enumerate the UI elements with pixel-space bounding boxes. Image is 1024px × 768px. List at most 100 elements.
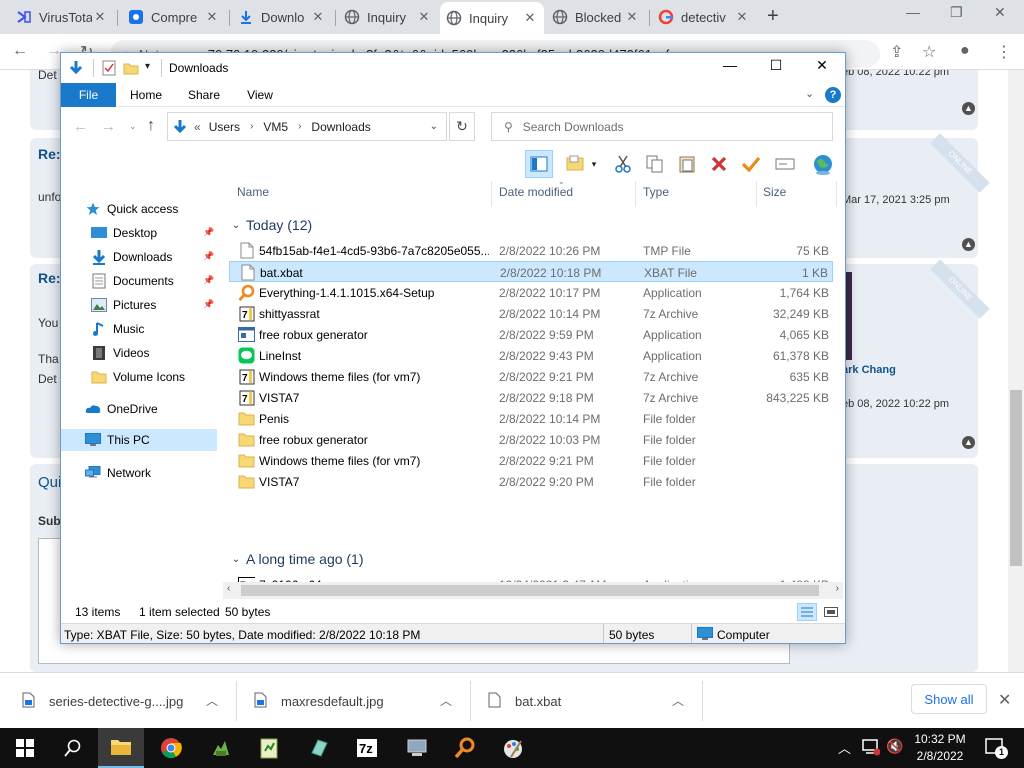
table-row[interactable]: free robux generator 2/8/2022 9:59 PM Appl…: [229, 324, 833, 345]
pin-icon[interactable]: 📌: [203, 251, 214, 262]
table-row[interactable]: Penis 2/8/2022 10:14 PM File folder: [229, 408, 833, 429]
speaker-muted-icon[interactable]: 🔇: [886, 738, 903, 755]
bookmark-star-icon[interactable]: ☆: [922, 42, 936, 62]
column-header-size[interactable]: Size: [763, 185, 786, 199]
restore-button[interactable]: ❐: [950, 4, 963, 21]
start-button[interactable]: [2, 728, 48, 768]
show-all-button[interactable]: Show all: [911, 684, 987, 714]
page-scrollbar-thumb[interactable]: [1010, 390, 1022, 566]
column-header-date[interactable]: Date modified: [499, 185, 573, 199]
checkmark-icon[interactable]: [737, 150, 765, 178]
delete-button[interactable]: [705, 150, 733, 178]
close-window-button[interactable]: ✕: [994, 4, 1006, 21]
download-item[interactable]: bat.xbat: [488, 681, 561, 721]
close-window-button[interactable]: ✕: [799, 57, 845, 79]
search-input[interactable]: ⚲ Search Downloads: [491, 112, 833, 141]
breadcrumb[interactable]: « Users › VM5 › Downloads ⌄: [167, 112, 447, 141]
properties-icon[interactable]: [101, 60, 117, 76]
taskbar-3d[interactable]: [296, 728, 342, 768]
close-icon[interactable]: ✕: [998, 690, 1011, 710]
up-arrow-icon[interactable]: ↑: [147, 117, 155, 135]
system-clock[interactable]: 10:32 PM 2/8/2022: [912, 731, 968, 765]
details-view-icon[interactable]: [797, 603, 817, 621]
close-icon[interactable]: ✕: [416, 9, 432, 25]
taskbar-notepad[interactable]: [246, 728, 292, 768]
close-icon[interactable]: ✕: [204, 9, 220, 25]
table-row[interactable]: Everything-1.4.1.1015.x64-Setup 2/8/2022 …: [229, 282, 833, 303]
copy-button[interactable]: [641, 150, 669, 178]
scroll-up-icon[interactable]: ▲: [962, 102, 975, 115]
large-icons-view-icon[interactable]: [821, 603, 841, 621]
taskbar-7zip[interactable]: 7z: [344, 728, 390, 768]
tab-share[interactable]: Share: [181, 83, 227, 107]
menu-kebab-icon[interactable]: ⋮: [996, 42, 1012, 62]
nav-downloads[interactable]: Downloads 📌: [91, 246, 217, 268]
nav-pictures[interactable]: Pictures 📌: [91, 294, 217, 316]
horizontal-scrollbar[interactable]: ‹ ›: [223, 582, 843, 599]
minimize-button[interactable]: —: [906, 4, 920, 20]
pin-icon[interactable]: 📌: [203, 227, 214, 238]
search-button[interactable]: [50, 728, 96, 768]
chevron-down-icon[interactable]: ⌄: [430, 121, 438, 132]
chevron-up-icon[interactable]: ︿: [440, 692, 452, 709]
table-row[interactable]: 7 Windows theme files (for vm7) 2/8/2022 9…: [229, 366, 833, 387]
breadcrumb-vm5[interactable]: VM5: [263, 120, 288, 134]
back-arrow-icon[interactable]: ←: [12, 42, 28, 60]
scroll-up-icon[interactable]: ▲: [962, 238, 975, 251]
nav-music[interactable]: Music: [91, 318, 247, 340]
nav-quick-access[interactable]: Quick access: [85, 198, 241, 220]
minimize-button[interactable]: —: [707, 57, 753, 79]
tab-home[interactable]: Home: [123, 83, 169, 107]
tab-downloads[interactable]: Downlo ✕: [232, 3, 332, 31]
taskbar-paint[interactable]: [490, 728, 536, 768]
nav-videos[interactable]: Videos: [91, 342, 247, 364]
table-row[interactable]: bat.xbat 2/8/2022 10:18 PM XBAT File 1 KB: [229, 261, 833, 282]
properties-folder-button[interactable]: [561, 150, 589, 178]
close-icon[interactable]: ✕: [92, 9, 108, 25]
tab-compre[interactable]: Compre ✕: [122, 3, 226, 31]
refresh-button[interactable]: ↻: [449, 112, 475, 141]
cut-button[interactable]: [609, 150, 637, 178]
close-icon[interactable]: ✕: [734, 9, 750, 25]
nav-this-pc[interactable]: This PC: [61, 429, 217, 451]
new-folder-icon[interactable]: [123, 60, 139, 76]
group-header[interactable]: ⌄ A long time ago (1): [229, 548, 364, 570]
chevron-up-icon[interactable]: ︿: [672, 692, 684, 709]
table-row[interactable]: 7 shittyassrat 2/8/2022 10:14 PM 7z Archive…: [229, 303, 833, 324]
maximize-button[interactable]: ☐: [753, 57, 799, 79]
paste-button[interactable]: [673, 150, 701, 178]
download-item[interactable]: series-detective-g....jpg: [22, 681, 183, 721]
table-row[interactable]: 54fb15ab-f4e1-4cd5-93b6-7a7c8205e055....…: [229, 240, 833, 261]
column-header-name[interactable]: Name: [237, 185, 269, 199]
nav-network[interactable]: Network: [85, 462, 241, 484]
tab-file[interactable]: File: [61, 83, 116, 107]
taskbar-game[interactable]: [198, 728, 244, 768]
download-item[interactable]: maxresdefault.jpg: [254, 681, 384, 721]
table-row[interactable]: Windows theme files (for vm7) 2/8/2022 9:…: [229, 450, 833, 471]
page-scrollbar[interactable]: [1008, 70, 1024, 672]
nav-desktop[interactable]: Desktop 📌: [91, 222, 217, 244]
taskbar-everything[interactable]: [442, 728, 488, 768]
group-header[interactable]: ⌄ Today (12): [229, 214, 312, 236]
chevron-left-icon[interactable]: ‹: [227, 583, 230, 594]
breadcrumb-users[interactable]: Users: [209, 120, 240, 134]
close-icon[interactable]: ✕: [310, 9, 326, 25]
quick-toolbar-dropdown[interactable]: ▾: [145, 61, 150, 72]
recent-locations-chevron-icon[interactable]: ⌄: [129, 121, 137, 132]
rename-button[interactable]: [771, 150, 799, 178]
table-row[interactable]: 7 VISTA7 2/8/2022 9:18 PM 7z Archive 843,225…: [229, 387, 833, 408]
tab-inquiry-active[interactable]: Inquiry ✕: [440, 2, 544, 34]
forward-arrow-icon[interactable]: →: [101, 118, 116, 135]
close-icon[interactable]: ✕: [624, 9, 640, 25]
nav-volume-icons[interactable]: Volume Icons: [91, 366, 247, 388]
tab-virustotal[interactable]: VirusTotal ✕: [10, 3, 114, 31]
new-tab-button[interactable]: +: [767, 5, 779, 28]
nav-documents[interactable]: Documents 📌: [91, 270, 217, 292]
nav-onedrive[interactable]: OneDrive: [85, 398, 241, 420]
taskbar-file-explorer[interactable]: [98, 728, 144, 768]
tab-view[interactable]: View: [237, 83, 283, 107]
chevron-right-icon[interactable]: ›: [836, 583, 839, 594]
table-row[interactable]: free robux generator 2/8/2022 10:03 PM Fil…: [229, 429, 833, 450]
globe-icon[interactable]: [809, 150, 837, 178]
notification-icon[interactable]: 1: [984, 736, 1008, 760]
